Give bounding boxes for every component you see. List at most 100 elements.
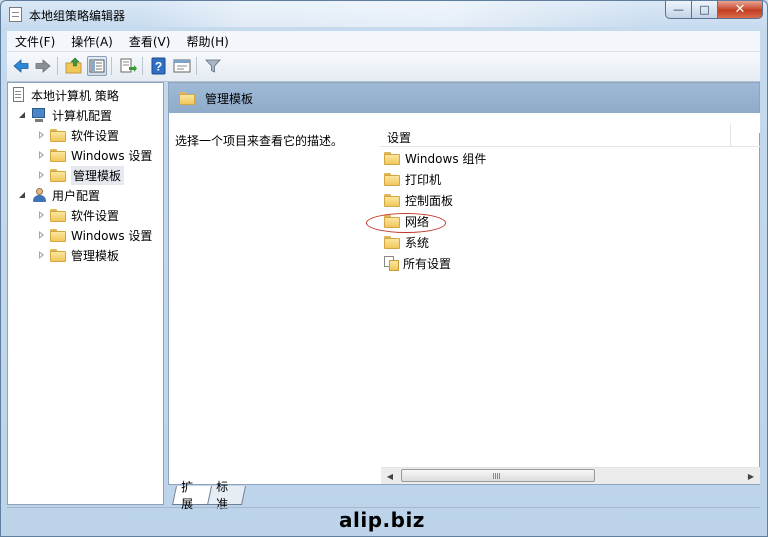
tree-item-label: 软件设置 — [71, 208, 120, 223]
list-item-label: 控制面板 — [405, 194, 454, 208]
tree-item-computer-config[interactable]: 计算机配置 — [18, 105, 112, 125]
tab-extended[interactable]: 扩展 — [171, 480, 213, 511]
folder-icon — [50, 228, 66, 242]
tree-item-label: Windows 设置 — [71, 228, 153, 243]
window-controls: — □ ✕ — [665, 1, 763, 21]
toolbar-separator — [57, 57, 58, 75]
back-arrow-icon — [13, 59, 29, 73]
tree-item-label: 管理模板 — [71, 165, 125, 185]
tree-item-computer-windows[interactable]: Windows 设置 — [37, 145, 152, 165]
list-item-all-settings[interactable]: 所有设置 — [384, 253, 451, 274]
folder-icon — [50, 208, 66, 222]
tree-item-user-windows[interactable]: Windows 设置 — [37, 225, 152, 245]
folder-icon — [50, 148, 66, 162]
menu-action[interactable]: 操作(A) — [63, 33, 121, 50]
toolbar-separator — [111, 57, 112, 75]
list-item-label: 网络 — [405, 215, 430, 229]
user-icon — [31, 187, 48, 203]
tree-pane[interactable]: 本地计算机 策略 计算机配置 软件设置 Windows 设置 管理模板 用户配置… — [7, 82, 164, 505]
show-hide-tree-icon — [89, 59, 105, 73]
computer-icon — [31, 107, 48, 123]
tree-item-user-config[interactable]: 用户配置 — [18, 185, 100, 205]
folder-icon — [384, 215, 400, 228]
properties-button[interactable] — [172, 56, 192, 76]
collapsed-triangle-icon[interactable] — [37, 210, 46, 220]
export-list-button[interactable] — [118, 56, 138, 76]
toolbar-separator — [142, 57, 143, 75]
column-header-settings[interactable]: 设置 — [380, 123, 760, 147]
description-text: 选择一个项目来查看它的描述。 — [175, 134, 344, 148]
toolbar: ? — [7, 52, 760, 82]
column-header-label: 设置 — [387, 131, 412, 145]
list-item-label: 系统 — [405, 236, 430, 250]
collapsed-triangle-icon[interactable] — [37, 250, 46, 260]
list-item-label: Windows 组件 — [405, 152, 487, 166]
column-divider[interactable] — [730, 123, 731, 147]
folder-icon — [50, 128, 66, 142]
expanded-triangle-icon[interactable] — [18, 111, 27, 120]
menu-bar: 文件(F) 操作(A) 查看(V) 帮助(H) — [7, 31, 760, 52]
help-icon: ? — [151, 57, 166, 75]
up-folder-icon — [65, 57, 82, 74]
scrollbar-thumb[interactable] — [401, 469, 595, 482]
tree-item-label: 管理模板 — [71, 248, 120, 263]
close-button[interactable]: ✕ — [718, 1, 763, 19]
tree-item-root[interactable]: 本地计算机 策略 — [12, 85, 119, 105]
scrollbar-grip — [493, 473, 500, 479]
folder-icon — [384, 152, 400, 165]
filter-button[interactable] — [203, 56, 223, 76]
tree-item-label: Windows 设置 — [71, 148, 153, 163]
tree-item-label: 用户配置 — [52, 188, 101, 203]
collapsed-triangle-icon[interactable] — [37, 150, 46, 160]
tab-label: 扩展 — [181, 480, 194, 511]
show-hide-tree-button[interactable] — [87, 56, 107, 76]
forward-arrow-icon — [35, 59, 51, 73]
menu-file[interactable]: 文件(F) — [7, 33, 63, 50]
app-icon — [9, 7, 22, 22]
all-settings-icon — [384, 255, 400, 272]
folder-icon — [50, 168, 66, 182]
tree-item-label: 计算机配置 — [52, 108, 113, 123]
tree-item-user-software[interactable]: 软件设置 — [37, 205, 119, 225]
menu-help[interactable]: 帮助(H) — [178, 33, 236, 50]
folder-icon — [179, 91, 195, 105]
details-pane: 管理模板 选择一个项目来查看它的描述。 设置 Windows 组件 打印机 控制… — [168, 82, 760, 485]
scroll-right-icon[interactable]: ▶ — [743, 468, 759, 484]
back-button[interactable] — [11, 56, 31, 76]
details-header: 管理模板 — [169, 83, 759, 113]
tree-item-computer-admin-templates[interactable]: 管理模板 — [37, 165, 125, 185]
tab-standard[interactable]: 标准 — [206, 480, 247, 511]
list-item-printers[interactable]: 打印机 — [384, 169, 441, 190]
tree-item-label: 软件设置 — [71, 128, 120, 143]
list-item-label: 打印机 — [405, 173, 442, 187]
expanded-triangle-icon[interactable] — [18, 191, 27, 200]
collapsed-triangle-icon[interactable] — [37, 230, 46, 240]
folder-icon — [50, 248, 66, 262]
list-item-windows-components[interactable]: Windows 组件 — [384, 148, 486, 169]
title-bar[interactable]: 本地组策略编辑器 — □ ✕ — [1, 1, 767, 29]
window-title: 本地组策略编辑器 — [29, 9, 126, 23]
svg-text:?: ? — [155, 60, 162, 74]
up-button[interactable] — [64, 56, 84, 76]
maximize-button[interactable]: □ — [692, 1, 718, 19]
help-button[interactable]: ? — [149, 56, 169, 76]
list-item-system[interactable]: 系统 — [384, 232, 429, 253]
minimize-button[interactable]: — — [665, 1, 692, 19]
folder-icon — [384, 194, 400, 207]
title-bar-glass — [141, 1, 651, 27]
collapsed-triangle-icon[interactable] — [37, 130, 46, 140]
toolbar-separator — [196, 57, 197, 75]
list-item-network[interactable]: 网络 — [384, 211, 429, 232]
filter-icon — [205, 59, 221, 73]
forward-button[interactable] — [33, 56, 53, 76]
folder-icon — [384, 236, 400, 249]
list-item-control-panel[interactable]: 控制面板 — [384, 190, 453, 211]
list-item-label: 所有设置 — [403, 257, 452, 271]
tree-item-computer-software[interactable]: 软件设置 — [37, 125, 119, 145]
horizontal-scrollbar[interactable]: ◀ ▶ — [381, 467, 760, 484]
tree-item-user-admin-templates[interactable]: 管理模板 — [37, 245, 119, 265]
menu-view[interactable]: 查看(V) — [121, 33, 179, 50]
scroll-left-icon[interactable]: ◀ — [382, 468, 398, 484]
properties-icon — [173, 59, 191, 73]
collapsed-triangle-icon[interactable] — [37, 170, 46, 180]
